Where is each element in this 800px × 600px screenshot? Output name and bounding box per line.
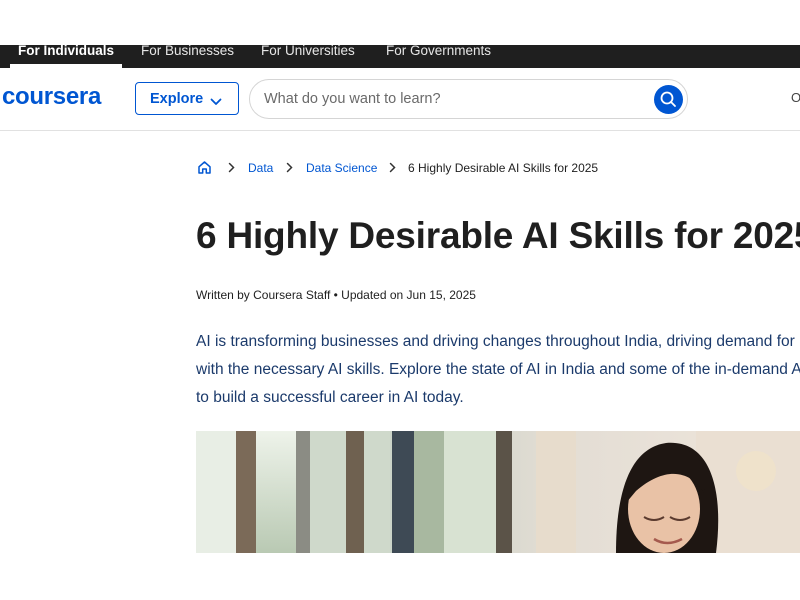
hero-image (196, 431, 800, 553)
chevron-right-icon (228, 162, 235, 176)
chevron-down-icon (210, 94, 222, 110)
coursera-logo[interactable]: coursera (2, 83, 101, 111)
chevron-right-icon (389, 162, 396, 176)
explore-label: Explore (150, 90, 204, 107)
site-header: coursera Explore O (0, 68, 800, 131)
intro-line: AI is transforming businesses and drivin… (196, 333, 800, 350)
search-bar (249, 79, 688, 119)
search-input[interactable] (264, 89, 644, 109)
home-icon[interactable] (197, 160, 212, 178)
page-title: 6 Highly Desirable AI Skills for 2025 (196, 215, 800, 256)
tab-for-governments[interactable]: For Governments (386, 44, 491, 68)
tab-for-universities[interactable]: For Universities (261, 44, 355, 68)
explore-button[interactable]: Explore (135, 82, 239, 115)
breadcrumb-data[interactable]: Data (248, 161, 273, 175)
breadcrumb-current-page: 6 Highly Desirable AI Skills for 2025 (408, 161, 599, 175)
intro-line: with the necessary AI skills. Explore th… (196, 361, 800, 378)
breadcrumb-data-science[interactable]: Data Science (306, 161, 377, 175)
audience-nav-bar: For Individuals For Businesses For Unive… (0, 44, 800, 68)
search-button[interactable] (654, 85, 683, 114)
search-icon (660, 91, 676, 107)
tab-for-individuals[interactable]: For Individuals (9, 44, 123, 68)
article-byline: Written by Coursera Staff • Updated on J… (196, 288, 476, 302)
tab-for-businesses[interactable]: For Businesses (141, 44, 234, 68)
header-right-link[interactable]: O (791, 90, 800, 105)
article-intro: AI is transforming businesses and drivin… (196, 328, 800, 412)
intro-line: to build a successful career in AI today… (196, 389, 464, 406)
chevron-right-icon (286, 162, 293, 176)
